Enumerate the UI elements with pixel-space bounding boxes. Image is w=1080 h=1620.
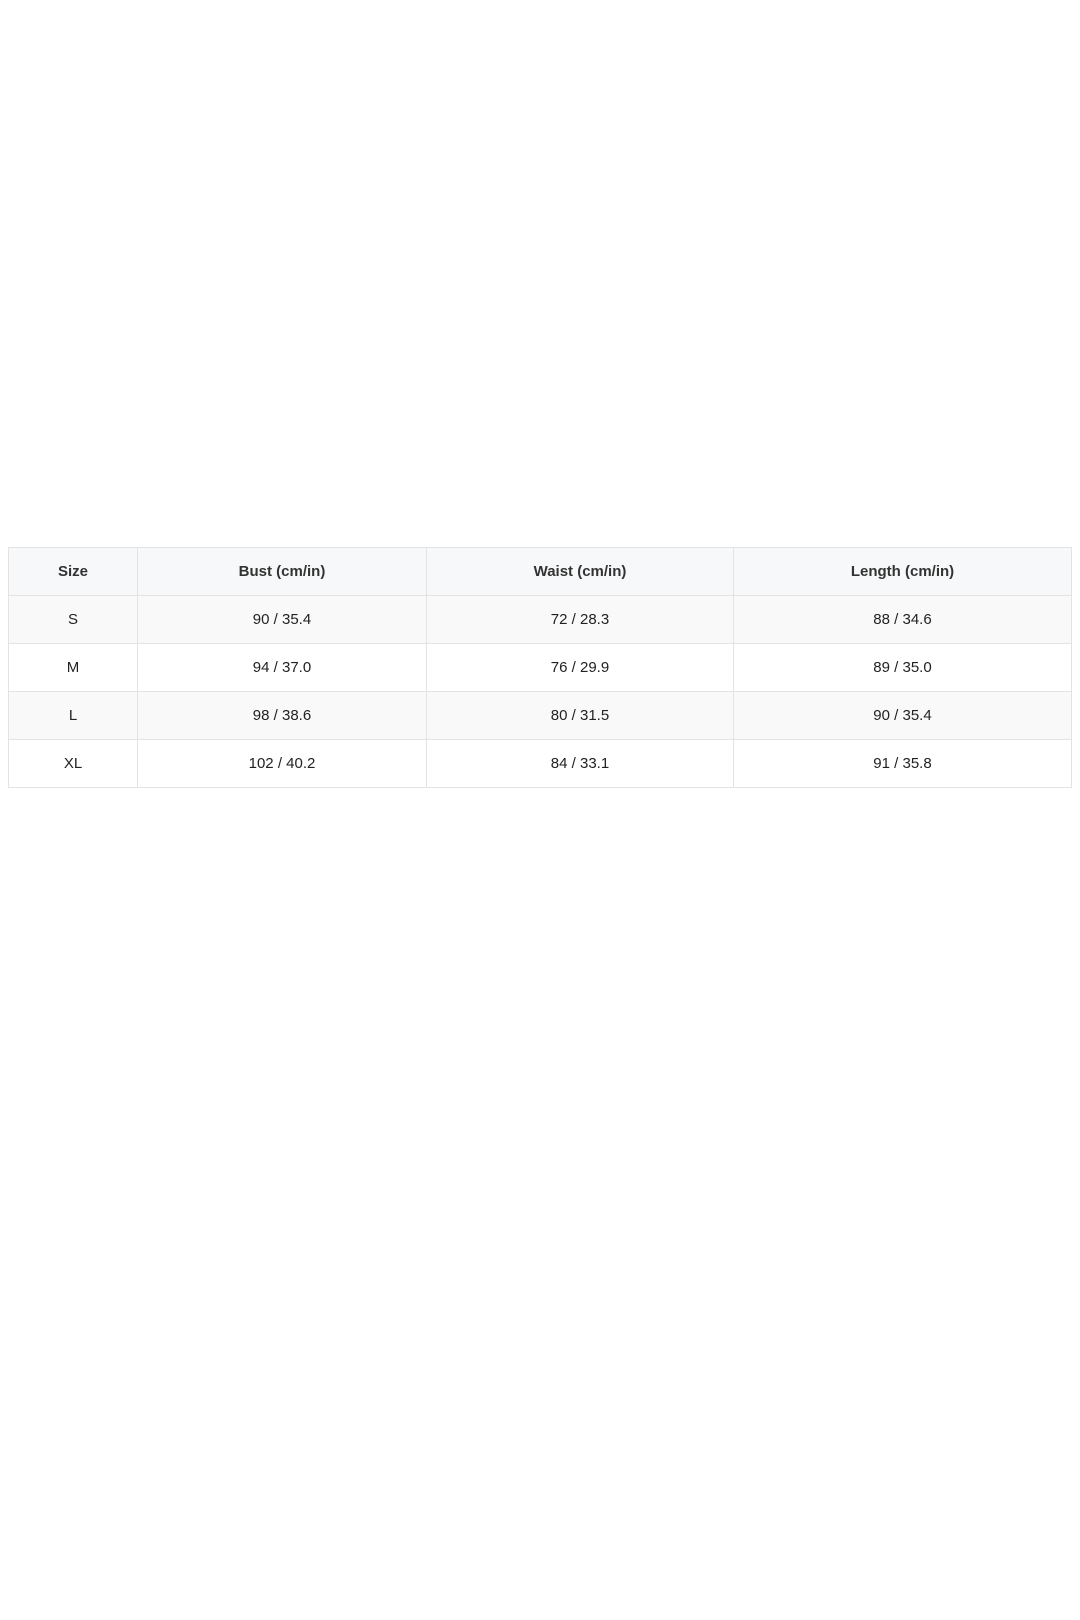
header-row: Size Bust (cm/in) Waist (cm/in) Length (… <box>8 547 1072 596</box>
table-header: Size Bust (cm/in) Waist (cm/in) Length (… <box>8 547 1072 596</box>
cell-size: M <box>8 643 138 692</box>
header-size: Size <box>8 547 138 596</box>
cell-size: XL <box>8 739 138 788</box>
size-chart-table: Size Bust (cm/in) Waist (cm/in) Length (… <box>8 547 1072 788</box>
cell-bust: 98 / 38.6 <box>137 691 427 740</box>
cell-bust: 94 / 37.0 <box>137 643 427 692</box>
cell-length: 91 / 35.8 <box>733 739 1072 788</box>
header-waist: Waist (cm/in) <box>426 547 734 596</box>
cell-waist: 80 / 31.5 <box>426 691 734 740</box>
table-row: S 90 / 35.4 72 / 28.3 88 / 34.6 <box>8 595 1072 644</box>
cell-waist: 76 / 29.9 <box>426 643 734 692</box>
cell-waist: 72 / 28.3 <box>426 595 734 644</box>
cell-bust: 102 / 40.2 <box>137 739 427 788</box>
table-body: S 90 / 35.4 72 / 28.3 88 / 34.6 M 94 / 3… <box>8 595 1072 788</box>
cell-bust: 90 / 35.4 <box>137 595 427 644</box>
header-bust: Bust (cm/in) <box>137 547 427 596</box>
table-row: XL 102 / 40.2 84 / 33.1 91 / 35.8 <box>8 739 1072 788</box>
cell-length: 89 / 35.0 <box>733 643 1072 692</box>
cell-length: 88 / 34.6 <box>733 595 1072 644</box>
cell-length: 90 / 35.4 <box>733 691 1072 740</box>
header-length: Length (cm/in) <box>733 547 1072 596</box>
cell-waist: 84 / 33.1 <box>426 739 734 788</box>
cell-size: S <box>8 595 138 644</box>
table-row: L 98 / 38.6 80 / 31.5 90 / 35.4 <box>8 691 1072 740</box>
table-row: M 94 / 37.0 76 / 29.9 89 / 35.0 <box>8 643 1072 692</box>
cell-size: L <box>8 691 138 740</box>
